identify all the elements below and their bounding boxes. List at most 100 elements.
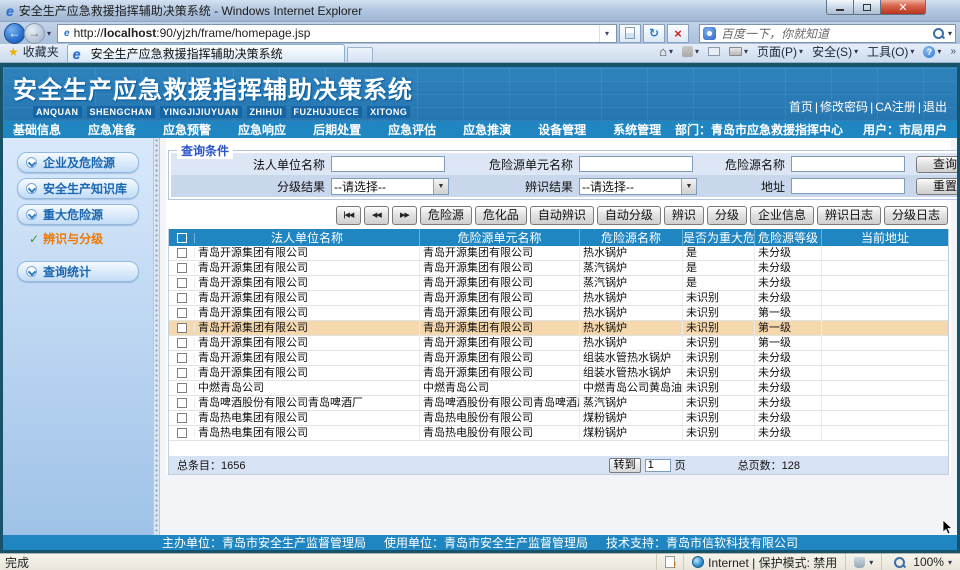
row-checkbox[interactable] [177,353,187,363]
row-checkbox[interactable] [177,368,187,378]
sidebar-group-major-hazard[interactable]: 重大危险源 [17,204,139,225]
sidebar-group-query-stats[interactable]: 查询统计 [17,261,139,282]
menu-item[interactable]: 应急推演 [463,121,511,138]
print-button[interactable]: ▾ [729,47,748,56]
status-protected-segment[interactable]: ▾ [845,554,881,570]
table-row[interactable]: 青岛开源集团有限公司青岛开源集团有限公司组装水管热水锅炉未识别未分级 [169,351,948,366]
table-row[interactable]: 青岛开源集团有限公司青岛开源集团有限公司热水锅炉未识别未分级 [169,291,948,306]
menu-item[interactable]: 应急响应 [238,121,286,138]
top-link-首页[interactable]: 首页 [789,98,813,115]
next-page-button[interactable]: ▶▶ [392,206,417,225]
stop-button[interactable]: × [667,24,689,43]
sidebar-item-identify-grade[interactable]: ✓ 辨识与分级 [29,230,153,247]
table-row[interactable]: 青岛开源集团有限公司青岛开源集团有限公司热水锅炉是未分级 [169,246,948,261]
row-checkbox[interactable] [177,428,187,438]
cell: 青岛热电股份有限公司 [420,411,580,425]
row-checkbox[interactable] [177,293,187,303]
input-hazard-unit-name[interactable] [579,156,693,172]
toolbar-button[interactable]: 辨识 [664,206,704,225]
zoom-control[interactable]: 100% ▾ [881,554,960,570]
address-dropdown-icon[interactable]: ▾ [599,25,614,42]
toolbar-button[interactable]: 危化品 [475,206,527,225]
top-link-修改密码[interactable]: 修改密码 [813,98,868,115]
table-row[interactable]: 青岛开源集团有限公司青岛开源集团有限公司热水锅炉未识别第一级 [169,306,948,321]
menu-item[interactable]: 设备管理 [538,121,586,138]
toolbar-button[interactable]: 自动辨识 [530,206,594,225]
table-row[interactable]: 青岛开源集团有限公司青岛开源集团有限公司组装水管热水锅炉未识别未分级 [169,366,948,381]
table-row[interactable]: 青岛啤酒股份有限公司青岛啤酒厂青岛啤酒股份有限公司青岛啤酒厂蒸汽锅炉未识别未分级 [169,396,948,411]
top-link-CA注册[interactable]: CA注册 [868,98,916,115]
sidebar-splitter[interactable] [153,138,160,535]
tab-active[interactable]: e 安全生产应急救援指挥辅助决策系统 [67,44,345,62]
menu-item[interactable]: 应急预警 [163,121,211,138]
search-box[interactable]: 百度一下，你就知道 ▾ [699,24,956,43]
row-checkbox[interactable] [177,383,187,393]
safety-menu[interactable]: 安全(S)▾ [812,43,858,60]
page-number-input[interactable] [645,459,671,472]
toolbar-button[interactable]: 企业信息 [750,206,814,225]
cell: 青岛开源集团有限公司 [420,261,580,275]
select-identify-result[interactable]: --请选择--▼ [579,178,697,195]
row-checkbox[interactable] [177,263,187,273]
help-menu[interactable]: ?▾ [923,46,941,58]
table-row[interactable]: 青岛开源集团有限公司青岛开源集团有限公司热水锅炉未识别第一级 [169,336,948,351]
table-row[interactable]: 青岛开源集团有限公司青岛开源集团有限公司蒸汽锅炉是未分级 [169,261,948,276]
table-row[interactable]: 青岛热电集团有限公司青岛热电股份有限公司煤粉锅炉未识别未分级 [169,426,948,441]
menu-item[interactable]: 应急评估 [388,121,436,138]
select-all-checkbox[interactable] [177,233,187,243]
row-checkbox[interactable] [177,278,187,288]
first-page-button[interactable]: |◀◀ [336,206,361,225]
row-checkbox[interactable] [177,323,187,333]
row-checkbox[interactable] [177,413,187,423]
input-address[interactable] [791,178,905,194]
menu-item[interactable]: 系统管理 [613,121,661,138]
input-legal-unit-name[interactable] [331,156,445,172]
feeds-button[interactable]: ▾ [682,46,699,57]
table-row[interactable]: 青岛热电集团有限公司青岛热电股份有限公司煤粉锅炉未识别未分级 [169,411,948,426]
address-field[interactable]: e http://localhost:90/yjzh/frame/homepag… [57,24,617,43]
input-hazard-name[interactable] [791,156,905,172]
goto-page-button[interactable]: 转到 [609,458,641,473]
refresh-button[interactable]: ↻ [643,24,665,43]
home-button[interactable]: ⌂▾ [659,44,673,59]
overflow-chevron-icon[interactable]: » [950,46,956,57]
menu-item[interactable]: 后期处置 [313,121,361,138]
reset-button[interactable]: 重置 [916,178,960,195]
forward-button[interactable]: → [24,23,45,44]
menu-item[interactable]: 应急准备 [88,121,136,138]
favorites-button[interactable]: ★ 收藏夹 [4,43,67,62]
sidebar-group-enterprise-hazard[interactable]: 企业及危险源 [17,152,139,173]
compatibility-view-button[interactable] [619,24,641,43]
toolbar-button[interactable]: 分级 [707,206,747,225]
close-button[interactable]: ✕ [881,0,926,15]
search-button[interactable]: 查询 [916,156,960,173]
select-grade-result[interactable]: --请选择--▼ [331,178,449,195]
page-unit-label: 页 [675,457,686,473]
row-checkbox[interactable] [177,398,187,408]
row-checkbox[interactable] [177,308,187,318]
mail-button[interactable] [708,47,720,56]
history-dropdown-icon[interactable]: ▾ [47,29,51,38]
table-row[interactable]: 青岛开源集团有限公司青岛开源集团有限公司蒸汽锅炉是未分级 [169,276,948,291]
page-menu[interactable]: 页面(P)▾ [757,43,803,60]
minimize-button[interactable] [826,0,854,15]
search-dropdown-icon[interactable]: ▾ [948,29,952,38]
menu-item[interactable]: 基础信息 [13,121,61,138]
toolbar-button[interactable]: 辨识日志 [817,206,881,225]
prev-page-button[interactable]: ◀◀ [364,206,389,225]
toolbar-button[interactable]: 危险源 [420,206,472,225]
sidebar-group-knowledge-base[interactable]: 安全生产知识库 [17,178,139,199]
new-tab-button[interactable] [347,47,373,62]
table-row[interactable]: 青岛开源集团有限公司青岛开源集团有限公司热水锅炉未识别第一级 [169,321,948,336]
search-magnifier-icon[interactable] [932,27,945,40]
toolbar-button[interactable]: 自动分级 [597,206,661,225]
back-button[interactable]: ← [4,23,25,44]
col-hazard-level: 危险源等级 [755,229,822,246]
maximize-button[interactable] [854,0,881,15]
row-checkbox[interactable] [177,338,187,348]
top-link-退出[interactable]: 退出 [916,98,947,115]
table-row[interactable]: 中燃青岛公司中燃青岛公司中燃青岛公司黄岛油库锅炉未识别未分级 [169,381,948,396]
toolbar-button[interactable]: 分级日志 [884,206,948,225]
tools-menu[interactable]: 工具(O)▾ [867,43,914,60]
row-checkbox[interactable] [177,248,187,258]
